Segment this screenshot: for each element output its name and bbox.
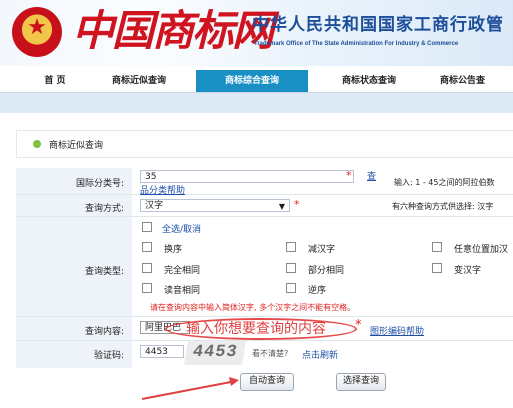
annotation-arrow [141, 377, 239, 400]
